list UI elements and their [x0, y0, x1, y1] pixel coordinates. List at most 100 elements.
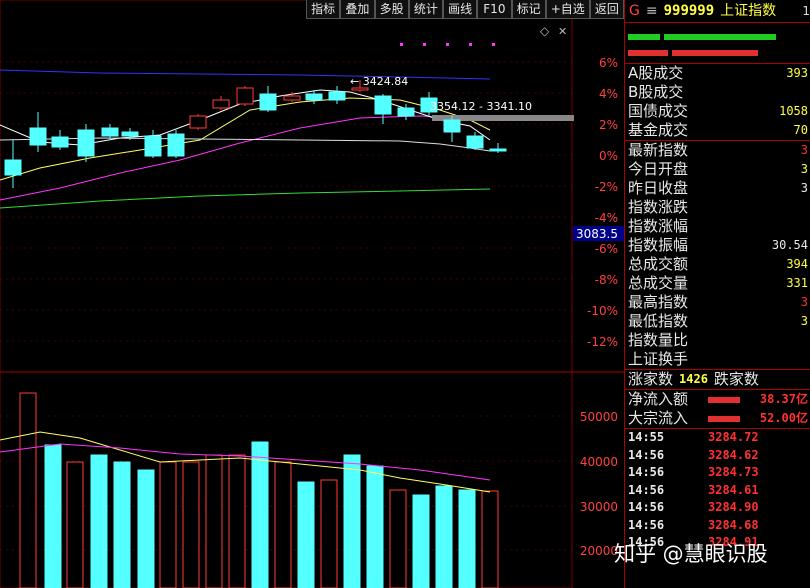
flow-label: 大宗流入 — [628, 409, 689, 427]
quote-label: 国债成交 — [628, 102, 689, 120]
volume-bar — [66, 461, 84, 588]
pct-axis-label: -8% — [595, 273, 618, 287]
toolbar-button[interactable]: +自选 — [545, 0, 590, 19]
candle-body — [328, 91, 346, 101]
tick-row: 14:56 3284.61 — [625, 482, 810, 500]
quote-row: 指数量比 — [625, 331, 810, 350]
toolbar-button[interactable]: 返回 — [589, 0, 625, 19]
index-name: 上证指数 — [720, 3, 777, 19]
index-code: 999999 — [663, 3, 715, 19]
quote-row: 最新指数 3 — [625, 140, 810, 160]
quote-label: 基金成交 — [628, 121, 689, 139]
kline-chart[interactable]: 6% 4% 2% 0% -2% -4% -6% -8% -10% -12% 50000 40000 30… — [0, 0, 624, 588]
quote-label: 最新指数 — [628, 141, 689, 159]
quote-value: 70 — [793, 123, 808, 137]
quote-row: 上证换手 — [625, 350, 810, 369]
quote-value: 1058 — [779, 104, 808, 118]
diamond-icon[interactable]: ◇ — [540, 24, 550, 38]
quote-label: 最高指数 — [628, 293, 689, 311]
toolbar-button[interactable]: 多股 — [374, 0, 409, 19]
tick-row: 14:56 3284.73 — [625, 464, 810, 482]
pct-axis-label: -10% — [587, 304, 618, 318]
toolbar-button[interactable]: 叠加 — [340, 0, 375, 19]
quote-row: 指数振幅 30.54 — [625, 236, 810, 255]
signal-dot — [469, 43, 472, 46]
candle-body — [283, 95, 301, 101]
quote-label: 指数振幅 — [628, 236, 689, 254]
red-bar-b — [672, 50, 758, 56]
tick-list: 14:55 3284.72 14:56 3284.62 14:56 3284.73 14:5… — [625, 428, 810, 552]
tick-price: 3284.61 — [708, 482, 759, 497]
candle-body — [189, 115, 207, 129]
quote-value: 393 — [786, 66, 808, 80]
candle-body — [212, 99, 230, 109]
signal-dot — [400, 43, 403, 46]
up-count-label: 涨家数 — [628, 370, 674, 388]
green-bar-b — [664, 34, 776, 40]
tick-price: 3284.73 — [708, 465, 759, 479]
volume-bar — [113, 461, 131, 588]
quote-rows: A股成交 393 B股成交 国债成交 1058 基金成交 70 最新指数 3 今日开盘 3 昨日收盘 3… — [625, 64, 810, 369]
watermark: 知乎 @慧眼识股 — [614, 542, 768, 566]
quote-value: 3 — [800, 143, 808, 157]
tick-price: 3284.90 — [708, 500, 759, 514]
candle-body — [51, 136, 69, 148]
candle-body — [443, 119, 461, 133]
pct-axis-label: 0% — [599, 149, 618, 163]
volume-bar — [412, 494, 430, 588]
tick-row: 14:55 3284.72 — [625, 429, 810, 447]
strength-bars — [625, 23, 810, 64]
candle-body — [167, 133, 185, 157]
candle-body — [466, 135, 484, 149]
quote-row: 总成交量 331 — [625, 274, 810, 293]
volume-bar — [320, 479, 338, 588]
down-count-label: 跌家数 — [713, 370, 759, 388]
pct-axis-label: -4% — [595, 211, 618, 225]
flow-rows: 净流入额 38.37亿 大宗流入 52.00亿 — [625, 389, 810, 428]
volume-axis-label: 50000 — [580, 410, 618, 424]
volume-bar — [481, 490, 499, 588]
quote-label: 昨日收盘 — [628, 179, 689, 197]
volume-bar — [159, 461, 177, 588]
toolbar-button[interactable]: 标记 — [511, 0, 546, 19]
pct-axis-label: -12% — [587, 335, 618, 349]
pct-axis-label: -6% — [595, 242, 618, 256]
candle-body — [236, 87, 254, 105]
quote-row: B股成交 — [625, 83, 810, 102]
quote-label: 总成交额 — [628, 255, 689, 273]
cursor-value: 3083.5 — [576, 227, 618, 241]
candle-body — [259, 93, 277, 111]
toolbar-button[interactable]: 统计 — [408, 0, 443, 19]
hamburger-icon[interactable]: ≡ — [646, 0, 658, 22]
quote-label: 指数涨跌 — [628, 198, 689, 216]
volume-bar — [44, 444, 62, 588]
volume-bar — [458, 489, 476, 588]
flow-bar — [708, 397, 741, 403]
candle-body — [374, 95, 392, 115]
breadth-row: 涨家数 1426 跌家数 — [625, 369, 810, 389]
volume-bar — [343, 454, 361, 588]
range-annotation: 3354.12 - 3341.10 — [430, 100, 532, 113]
volume-axis-label: 20000 — [580, 544, 618, 558]
quote-label: 上证换手 — [628, 350, 689, 368]
candle-body — [351, 87, 369, 91]
quote-value: 30.54 — [771, 238, 808, 252]
signal-dot — [492, 43, 495, 46]
toolbar-button[interactable]: 指标 — [306, 0, 341, 19]
candle-body — [77, 129, 95, 157]
quote-label: 总成交量 — [628, 274, 689, 292]
volume-axis-label: 30000 — [580, 500, 618, 514]
flow-value: 52.00亿 — [759, 411, 808, 425]
quote-header: G ≡ 999999 上证指数 1 — [625, 0, 810, 23]
toolbar-button[interactable]: F10 — [477, 0, 512, 19]
close-icon[interactable]: ✕ — [558, 25, 567, 38]
quote-row: 最高指数 3 — [625, 293, 810, 312]
volume-bar — [297, 481, 315, 588]
quote-row: 基金成交 70 — [625, 121, 810, 140]
tick-time: 14:55 — [628, 430, 665, 444]
quote-value: 3 — [800, 181, 808, 195]
volume-bar — [228, 454, 246, 588]
candle-body — [489, 148, 507, 152]
toolbar-button[interactable]: 画线 — [443, 0, 478, 19]
high-annotation: ← 3424.84 — [350, 75, 408, 88]
